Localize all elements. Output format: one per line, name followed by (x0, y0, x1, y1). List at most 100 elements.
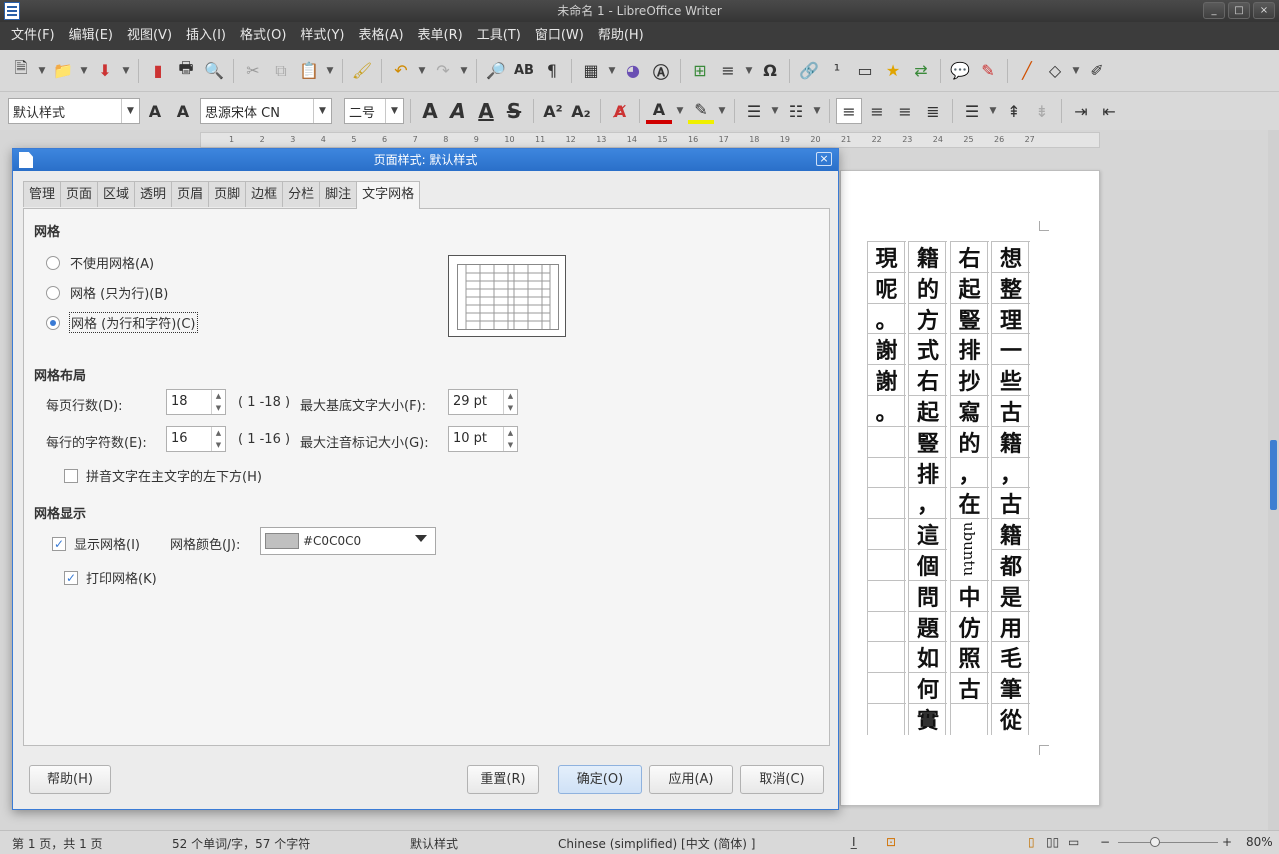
open-dropdown-icon[interactable]: ▼ (78, 58, 90, 84)
grid-cell[interactable]: 照 (950, 641, 989, 672)
menu-view[interactable]: 视图(V) (120, 22, 179, 50)
print-preview-icon[interactable]: 🔍 (201, 58, 227, 84)
align-right-icon[interactable]: ≡ (892, 98, 918, 124)
redo-dropdown-icon[interactable]: ▼ (458, 58, 470, 84)
redo-icon[interactable]: ↷ (430, 58, 456, 84)
grid-cell[interactable] (867, 425, 906, 457)
reset-button[interactable]: 重置(R) (467, 765, 539, 794)
grid-cell[interactable]: 古 (950, 672, 989, 703)
zoom-level[interactable]: 80% (1246, 835, 1273, 849)
find-replace-icon[interactable]: 🔎 (483, 58, 509, 84)
grid-cell[interactable]: 方 (909, 302, 947, 334)
language-status[interactable]: Chinese (simplified) [中文 (简体) ] (558, 835, 755, 852)
draw-functions-icon[interactable]: ✐ (1084, 58, 1110, 84)
apply-button[interactable]: 应用(A) (649, 765, 733, 794)
radio-indicator[interactable] (46, 255, 60, 270)
vertical-scrollbar[interactable] (1268, 130, 1279, 830)
paste-icon[interactable]: 📋 (296, 58, 322, 84)
menu-help[interactable]: 帮助(H) (591, 22, 651, 50)
grid-cell[interactable] (867, 610, 906, 642)
line-spacing-icon[interactable]: ☰ (959, 98, 985, 124)
grid-cell[interactable]: 仿 (950, 610, 989, 642)
break-dropdown-icon[interactable]: ▼ (743, 58, 755, 84)
grid-cell[interactable]: 些 (992, 364, 1030, 395)
lines-per-page-spinbox[interactable]: 18 ▲ ▼ (166, 389, 226, 415)
insert-mode-icon[interactable]: I̲ (852, 835, 856, 849)
page-style-status[interactable]: 默认样式 (410, 835, 458, 852)
horizontal-ruler[interactable]: 1 2 3 4 5 6 7 8 9 10 11 12 13 14 15 16 17 18 19 20 21 22 23 24 2… (200, 132, 1100, 148)
grid-color-dropdown[interactable]: #C0C0C0 (260, 527, 436, 555)
grid-cell[interactable] (867, 456, 906, 488)
tab-footnote[interactable]: 脚注 (319, 181, 358, 207)
grid-cell[interactable]: 筆 (992, 672, 1030, 703)
grid-cell[interactable]: 想 (992, 241, 1030, 272)
grid-cell[interactable]: 謝 (867, 333, 906, 364)
radio-indicator[interactable] (46, 315, 60, 330)
grid-cell[interactable]: 是 (992, 579, 1030, 611)
grid-cell[interactable]: 右 (950, 241, 989, 272)
ok-button[interactable]: 确定(O) (558, 765, 642, 794)
grid-cell[interactable]: 寫 (950, 395, 989, 426)
endnote-icon[interactable]: ▭ (852, 58, 878, 84)
checkmark-icon[interactable]: ✓ (52, 536, 66, 551)
cross-reference-icon[interactable]: ⇄ (908, 58, 934, 84)
line-draw-icon[interactable]: ╱ (1014, 58, 1040, 84)
menu-edit[interactable]: 编辑(E) (62, 22, 120, 50)
align-left-icon[interactable]: ≡ (836, 98, 862, 124)
table-dropdown-icon[interactable]: ▼ (606, 58, 618, 84)
numbered-list-icon[interactable]: ☷ (783, 98, 809, 124)
grid-cell[interactable]: 古 (992, 487, 1030, 518)
tab-page[interactable]: 页面 (60, 181, 99, 207)
grid-cell[interactable]: 。 (867, 395, 906, 426)
dropdown-arrow-icon[interactable] (415, 535, 427, 542)
bullet-list-icon[interactable]: ☰ (741, 98, 767, 124)
superscript-icon[interactable]: A² (540, 98, 566, 124)
spelling-icon[interactable]: AB (511, 58, 537, 84)
grid-cell[interactable] (867, 641, 906, 672)
comment-icon[interactable]: 💬 (947, 58, 973, 84)
text-grid-column[interactable]: 想整理一些古籍，古籍都是用毛筆從 (991, 241, 1030, 735)
bold-icon[interactable]: A (417, 98, 443, 124)
chevron-down-icon[interactable]: ▼ (313, 99, 331, 123)
menu-form[interactable]: 表单(R) (411, 22, 470, 50)
dialog-close-button[interactable]: × (816, 152, 832, 166)
book-view-icon[interactable]: ▭ (1068, 835, 1079, 849)
update-style-icon[interactable]: A (142, 98, 168, 124)
track-changes-icon[interactable]: ✎ (975, 58, 1001, 84)
tab-transparency[interactable]: 透明 (134, 181, 173, 207)
grid-cell[interactable]: 籍 (909, 241, 947, 272)
print-grid-checkbox[interactable]: ✓ 打印网格(K) (64, 568, 157, 587)
clear-formatting-icon[interactable]: A̸ (607, 98, 633, 124)
formatting-marks-icon[interactable]: ¶ (539, 58, 565, 84)
page-count[interactable]: 第 1 页，共 1 页 (12, 835, 103, 852)
subscript-icon[interactable]: A₂ (568, 98, 594, 124)
grid-cell[interactable]: 豎 (909, 425, 947, 457)
tab-footer[interactable]: 页脚 (208, 181, 247, 207)
grid-cell[interactable]: 排 (950, 333, 989, 364)
insert-textbox-icon[interactable]: Ⓐ (648, 58, 674, 84)
multi-page-view-icon[interactable]: ▯▯ (1046, 835, 1059, 849)
decrease-indent-icon[interactable]: ⇤ (1096, 98, 1122, 124)
special-character-icon[interactable]: Ω (757, 58, 783, 84)
footnote-icon[interactable]: ¹ (824, 58, 850, 84)
font-size-combo[interactable]: 二号 ▼ (344, 98, 404, 124)
grid-cell[interactable]: 整 (992, 271, 1030, 303)
spacing-dropdown-icon[interactable]: ▼ (987, 98, 999, 124)
maximize-button[interactable]: □ (1228, 2, 1250, 19)
tab-columns[interactable]: 分栏 (282, 181, 321, 207)
grid-cell[interactable]: 的 (950, 425, 989, 457)
grid-cell[interactable]: ， (992, 456, 1030, 488)
grid-cell[interactable]: 如 (909, 641, 947, 672)
bullet-dropdown-icon[interactable]: ▼ (769, 98, 781, 124)
insert-table-icon[interactable]: ▦ (578, 58, 604, 84)
checkmark-icon[interactable]: ✓ (64, 570, 78, 585)
radio-no-grid[interactable]: 不使用网格(A) (46, 253, 154, 272)
grid-cell[interactable] (867, 703, 906, 734)
close-window-button[interactable]: × (1253, 2, 1275, 19)
grid-cell[interactable]: 現 (867, 241, 906, 272)
export-pdf-icon[interactable]: ▮ (145, 58, 171, 84)
tab-borders[interactable]: 边框 (245, 181, 284, 207)
menu-table[interactable]: 表格(A) (352, 22, 411, 50)
grid-cell[interactable] (867, 672, 906, 703)
spin-arrows-icon[interactable]: ▲ ▼ (211, 427, 225, 451)
